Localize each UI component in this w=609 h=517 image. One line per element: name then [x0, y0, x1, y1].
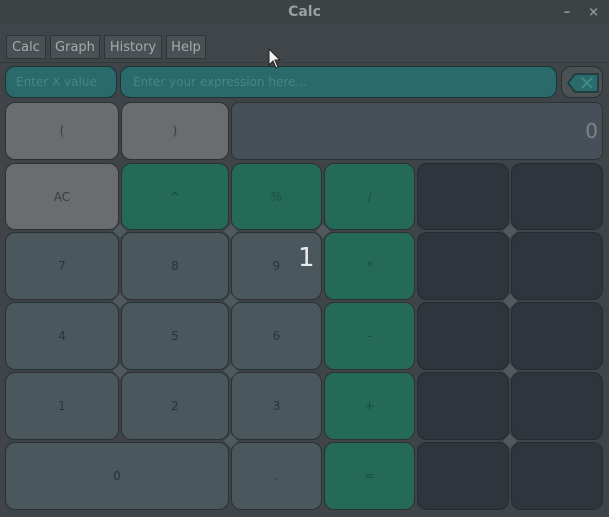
tab-help[interactable]: Help	[166, 35, 206, 59]
result-display: 0	[231, 102, 603, 160]
blank-key[interactable]	[417, 163, 509, 230]
blank-key[interactable]	[417, 232, 509, 300]
overlay-number: 1	[298, 243, 315, 273]
digit-1-key[interactable]: 1	[5, 372, 119, 440]
power-key[interactable]: ^	[121, 163, 229, 230]
x-value-input[interactable]: Enter X value	[5, 66, 117, 98]
percent-key[interactable]: %	[231, 163, 322, 230]
close-button[interactable]: ×	[588, 5, 599, 20]
blank-key[interactable]	[511, 442, 603, 510]
title-bar: Calc – ×	[0, 0, 609, 24]
tab-calc[interactable]: Calc	[6, 35, 46, 59]
digit-3-key[interactable]: 3	[231, 372, 322, 440]
minimize-button[interactable]: –	[564, 5, 571, 20]
digit-4-key[interactable]: 4	[5, 302, 119, 370]
backspace-button[interactable]	[561, 66, 603, 98]
tab-graph[interactable]: Graph	[50, 35, 100, 59]
tab-history[interactable]: History	[104, 35, 162, 59]
blank-key[interactable]	[511, 163, 603, 230]
equals-key[interactable]: =	[324, 442, 415, 510]
blank-key[interactable]	[417, 302, 509, 370]
digit-6-key[interactable]: 6	[231, 302, 322, 370]
blank-key[interactable]	[511, 232, 603, 300]
window-title: Calc	[288, 4, 321, 20]
clear-key[interactable]: AC	[5, 163, 119, 230]
digit-2-key[interactable]: 2	[121, 372, 229, 440]
digit-7-key[interactable]: 7	[5, 232, 119, 300]
multiply-key[interactable]: *	[324, 232, 415, 300]
blank-key[interactable]	[417, 372, 509, 440]
digit-0-key[interactable]: 0	[5, 442, 229, 510]
divide-key[interactable]: /	[324, 163, 415, 230]
blank-key[interactable]	[511, 372, 603, 440]
digit-5-key[interactable]: 5	[121, 302, 229, 370]
mouse-pointer-icon	[268, 48, 282, 69]
expression-input[interactable]: Enter your expression here...	[120, 66, 557, 98]
plus-key[interactable]: +	[324, 372, 415, 440]
right-paren-key[interactable]: )	[121, 102, 229, 160]
digit-8-key[interactable]: 8	[121, 232, 229, 300]
menu-bar: Calc Graph History Help	[0, 24, 609, 63]
blank-key[interactable]	[511, 302, 603, 370]
blank-key[interactable]	[417, 442, 509, 510]
minus-key[interactable]: -	[324, 302, 415, 370]
decimal-key[interactable]: .	[231, 442, 322, 510]
left-paren-key[interactable]: (	[5, 102, 119, 160]
backspace-icon	[567, 73, 599, 93]
